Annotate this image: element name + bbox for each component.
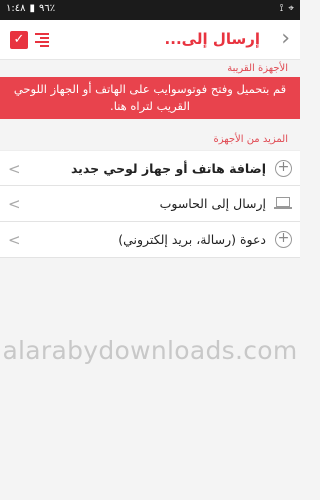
wifi-icon: ⟟ [279,3,284,14]
list-item-label: إرسال إلى الحاسوب [159,196,266,211]
nearby-devices-label: الأجهزة القريبة [227,63,288,74]
laptop-icon [274,197,292,211]
status-right: ⌖ ⟟ [280,3,294,14]
back-arrow-icon[interactable]: › [281,28,290,50]
add-circle-icon: + [275,160,292,177]
list-item-add-device[interactable]: + إضافة هاتف أو جهاز لوحي جديد < [0,150,300,186]
status-left: ١:٤٨ ▮ ٩٦٪ [6,3,55,14]
status-bar: ١:٤٨ ▮ ٩٦٪ ⌖ ⟟ [0,0,300,20]
time-text: ١:٤٨ [6,3,26,14]
app-bar: ✓ إرسال إلى... › [0,20,300,60]
list-select-icon[interactable] [35,31,49,49]
watermark-text: alarabydownloads.com [2,336,298,365]
battery-percent: ٩٦٪ [39,3,56,14]
location-icon: ⌖ [288,3,294,14]
battery-icon: ▮ [29,3,35,14]
chevron-icon: < [8,195,21,213]
more-devices-label: المزيد من الأجهزة [213,134,288,145]
list-item-invite[interactable]: + دعوة (رسالة، بريد إلكتروني) < [0,222,300,258]
chevron-icon: < [8,160,21,178]
nearby-info-banner: قم بتحميل وفتح فوتوسوايب على الهاتف أو ا… [0,77,300,119]
list-item-send-computer[interactable]: إرسال إلى الحاسوب < [0,186,300,222]
select-all-checkbox[interactable]: ✓ [10,31,28,49]
list-item-label: دعوة (رسالة، بريد إلكتروني) [118,232,266,247]
add-circle-icon: + [275,231,292,248]
list-item-label: إضافة هاتف أو جهاز لوحي جديد [70,161,266,176]
chevron-icon: < [8,231,21,249]
page-title: إرسال إلى... [164,30,260,48]
devices-list: + إضافة هاتف أو جهاز لوحي جديد < إرسال إ… [0,150,300,258]
